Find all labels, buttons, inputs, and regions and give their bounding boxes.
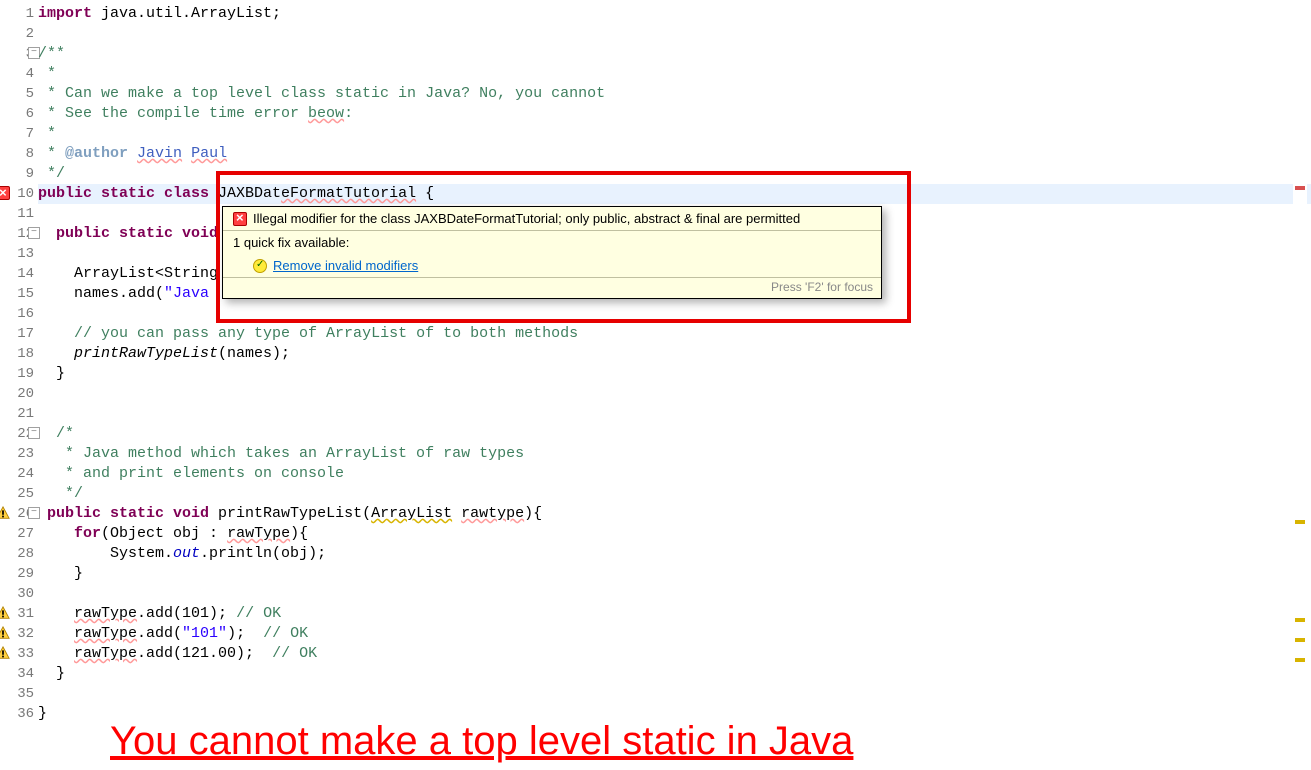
annotation-caption: You cannot make a top level static in Ja… <box>110 719 853 764</box>
warning-marker-icon[interactable] <box>0 606 10 620</box>
line-number: 29 <box>0 564 38 584</box>
line-number: 4 <box>0 64 38 84</box>
line-number: 7 <box>0 124 38 144</box>
line-number: 17 <box>0 324 38 344</box>
code-line[interactable]: */ <box>38 164 1311 184</box>
error-icon <box>233 212 247 226</box>
line-number: 15 <box>0 284 38 304</box>
code-line[interactable]: } <box>38 364 1311 384</box>
line-number: 26− <box>0 504 38 524</box>
line-number: 28 <box>0 544 38 564</box>
line-number: 31 <box>0 604 38 624</box>
tooltip-error-row: Illegal modifier for the class JAXBDateF… <box>223 207 881 230</box>
line-number: 6 <box>0 104 38 124</box>
line-number: 30 <box>0 584 38 604</box>
line-number: 32 <box>0 624 38 644</box>
line-number: 23 <box>0 444 38 464</box>
overview-ruler[interactable] <box>1293 0 1307 770</box>
line-number: 14 <box>0 264 38 284</box>
line-number: 1 <box>0 4 38 24</box>
code-line[interactable]: * Java method which takes an ArrayList o… <box>38 444 1311 464</box>
tooltip-fix-count: 1 quick fix available: <box>223 230 881 254</box>
code-line[interactable]: * and print elements on console <box>38 464 1311 484</box>
quick-fix-link[interactable]: Remove invalid modifiers <box>273 258 418 273</box>
line-number: 27 <box>0 524 38 544</box>
line-number: 34 <box>0 664 38 684</box>
line-number: 8 <box>0 144 38 164</box>
line-number: 5 <box>0 84 38 104</box>
code-line[interactable]: /* <box>38 424 1311 444</box>
code-line[interactable]: } <box>38 664 1311 684</box>
line-number: 19 <box>0 364 38 384</box>
line-number: 35 <box>0 684 38 704</box>
ruler-marker[interactable] <box>1295 618 1305 622</box>
code-line[interactable]: * Can we make a top level class static i… <box>38 84 1311 104</box>
code-line[interactable]: rawType.add(121.00); // OK <box>38 644 1311 664</box>
tooltip-fix-row: Remove invalid modifiers <box>223 254 881 277</box>
warning-marker-icon[interactable] <box>0 646 10 660</box>
line-number: 18 <box>0 344 38 364</box>
code-line[interactable]: printRawTypeList(names); <box>38 344 1311 364</box>
ruler-marker[interactable] <box>1295 520 1305 524</box>
line-number: 3− <box>0 44 38 64</box>
error-marker-icon[interactable] <box>0 186 10 200</box>
code-line[interactable]: public static void printRawTypeList(Arra… <box>38 504 1311 524</box>
ruler-marker[interactable] <box>1295 638 1305 642</box>
code-line[interactable]: * <box>38 64 1311 84</box>
code-line[interactable]: rawType.add(101); // OK <box>38 604 1311 624</box>
code-line[interactable]: /** <box>38 44 1311 64</box>
ruler-marker[interactable] <box>1295 186 1305 190</box>
line-number: 2 <box>0 24 38 44</box>
gutter: 123−456789101112−13141516171819202122−23… <box>0 0 38 770</box>
code-line[interactable]: */ <box>38 484 1311 504</box>
line-number: 20 <box>0 384 38 404</box>
line-number: 36 <box>0 704 38 724</box>
ruler-marker[interactable] <box>1295 658 1305 662</box>
code-line[interactable] <box>38 24 1311 44</box>
code-line[interactable] <box>38 684 1311 704</box>
code-line[interactable]: // you can pass any type of ArrayList of… <box>38 324 1311 344</box>
code-line[interactable] <box>38 584 1311 604</box>
tooltip-footer: Press 'F2' for focus <box>223 277 881 298</box>
warning-marker-icon[interactable] <box>0 506 10 520</box>
warning-marker-icon[interactable] <box>0 626 10 640</box>
line-number: 10 <box>0 184 38 204</box>
code-line[interactable]: rawType.add("101"); // OK <box>38 624 1311 644</box>
code-editor[interactable]: 123−456789101112−13141516171819202122−23… <box>0 0 1311 770</box>
lightbulb-icon <box>253 259 267 273</box>
line-number: 11 <box>0 204 38 224</box>
line-number: 13 <box>0 244 38 264</box>
code-line[interactable]: System.out.println(obj); <box>38 544 1311 564</box>
line-number: 12− <box>0 224 38 244</box>
code-line[interactable]: * <box>38 124 1311 144</box>
tooltip-error-text: Illegal modifier for the class JAXBDateF… <box>253 211 800 226</box>
line-number: 25 <box>0 484 38 504</box>
code-line[interactable]: public static class JAXBDateFormatTutori… <box>38 184 1311 204</box>
code-line[interactable] <box>38 384 1311 404</box>
code-line[interactable]: * See the compile time error beow: <box>38 104 1311 124</box>
code-line[interactable] <box>38 404 1311 424</box>
error-tooltip[interactable]: Illegal modifier for the class JAXBDateF… <box>222 206 882 299</box>
code-line[interactable] <box>38 304 1311 324</box>
code-line[interactable]: } <box>38 564 1311 584</box>
code-line[interactable]: * @author Javin Paul <box>38 144 1311 164</box>
code-line[interactable]: for(Object obj : rawType){ <box>38 524 1311 544</box>
line-number: 9 <box>0 164 38 184</box>
line-number: 24 <box>0 464 38 484</box>
line-number: 16 <box>0 304 38 324</box>
line-number: 21 <box>0 404 38 424</box>
line-number: 33 <box>0 644 38 664</box>
code-area[interactable]: import java.util.ArrayList;/** * * Can w… <box>38 0 1311 770</box>
code-line[interactable]: import java.util.ArrayList; <box>38 4 1311 24</box>
line-number: 22− <box>0 424 38 444</box>
